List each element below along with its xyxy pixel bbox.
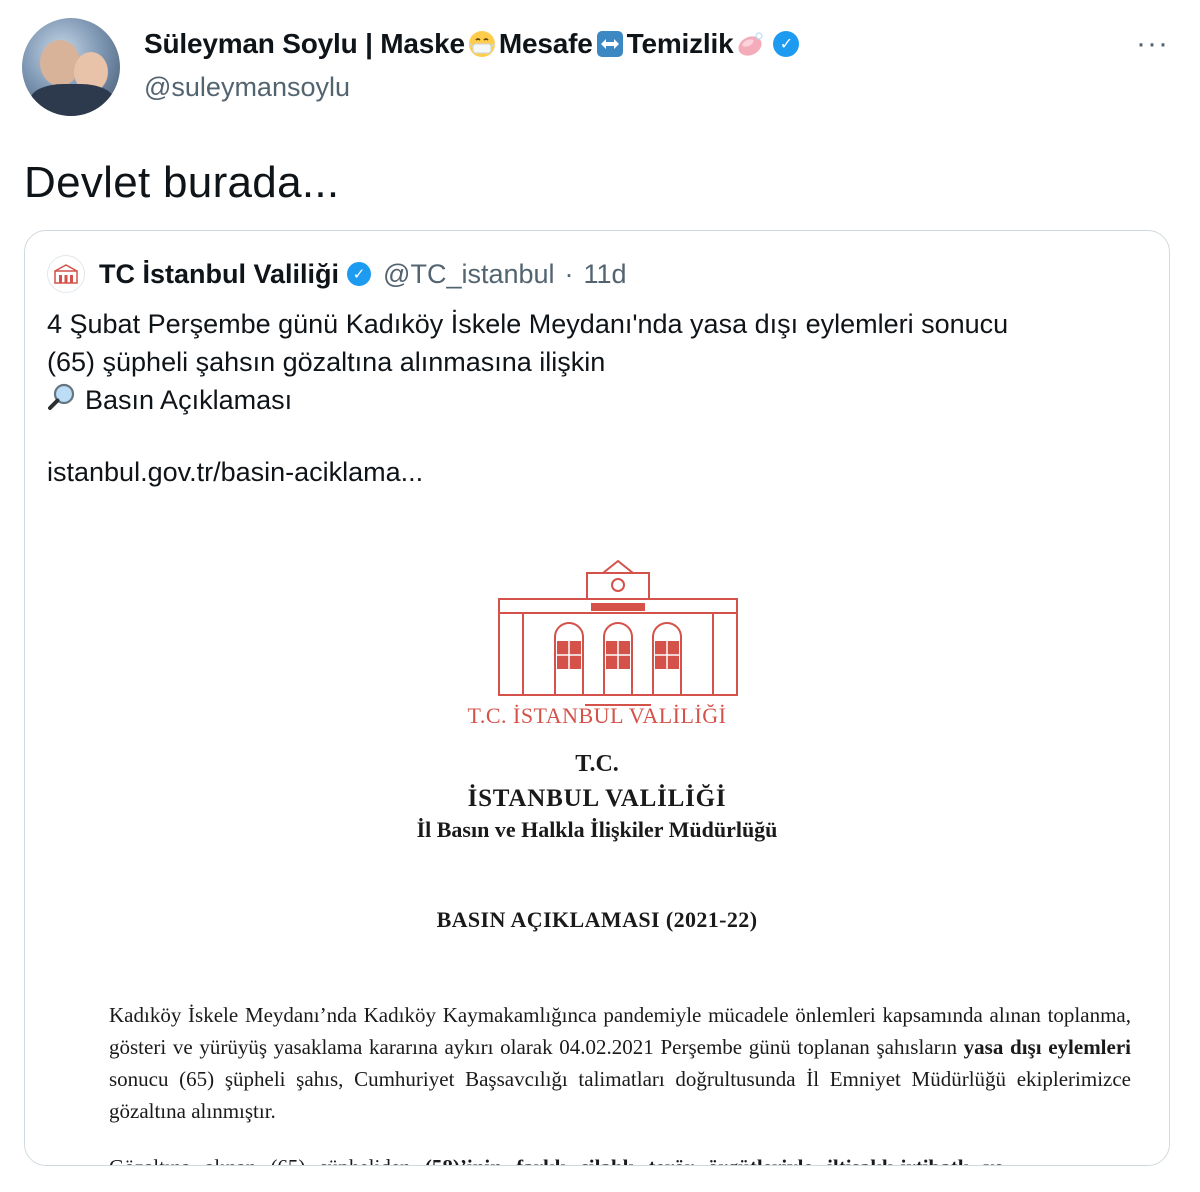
paragraph-1-bold: yasa dışı eylemleri bbox=[963, 1035, 1131, 1059]
attached-document-image[interactable]: T.C. İSTANBUL VALİLİĞİ T.C. İSTANBUL VAL… bbox=[25, 511, 1169, 1165]
quoted-text-line-1: 4 Şubat Perşembe günü Kadıköy İskele Mey… bbox=[47, 309, 1009, 339]
magnifying-glass-icon bbox=[47, 382, 77, 422]
paragraph-2-bold: (58)’inin farklı silahlı terör örgütleri… bbox=[425, 1155, 1004, 1165]
avatar-person-1 bbox=[40, 40, 80, 86]
author-avatar[interactable] bbox=[22, 18, 120, 116]
quoted-avatar[interactable] bbox=[47, 255, 85, 293]
author-name-part1: Süleyman Soylu | Maske bbox=[144, 28, 465, 59]
quoted-link[interactable]: istanbul.gov.tr/basin-aciklama... bbox=[47, 457, 423, 488]
document-header-governorship: İSTANBUL VALİLİĞİ bbox=[467, 785, 727, 812]
mask-emoji-icon bbox=[467, 29, 497, 59]
quoted-tweet[interactable]: TC İstanbul Valiliği ✓ @TC_istanbul · 11… bbox=[24, 230, 1170, 1166]
quoted-text-line-3: Basın Açıklaması bbox=[47, 381, 1137, 422]
valilik-building-icon bbox=[54, 264, 78, 284]
quoted-timestamp[interactable]: 11d bbox=[584, 259, 627, 290]
author-name-part2: Mesafe bbox=[498, 28, 593, 59]
tweet-text: Devlet burada... bbox=[24, 158, 340, 207]
author-name-row[interactable]: Süleyman Soylu | Maske Mesafe Temizlik ✓ bbox=[144, 28, 800, 60]
paragraph-1-text-b: sonucu (65) şüpheli şahıs, Cumhuriyet Ba… bbox=[109, 1067, 1131, 1123]
document-header-tc: T.C. bbox=[575, 751, 619, 777]
quoted-author-name[interactable]: TC İstanbul Valiliği bbox=[99, 259, 339, 290]
document-header-department: İl Basın ve Halkla İlişkiler Müdürlüğü bbox=[416, 817, 778, 842]
press-release-label: Basın Açıklaması bbox=[85, 385, 293, 415]
quoted-verified-badge-icon: ✓ bbox=[347, 262, 372, 286]
logo-caption: T.C. İSTANBUL VALİLİĞİ bbox=[467, 703, 727, 728]
document-title: BASIN AÇIKLAMASI (2021-22) bbox=[436, 907, 758, 932]
document-paragraph-2: Gözaltına alınan (65) şüpheliden (58)’in… bbox=[109, 1151, 1139, 1165]
quoted-tweet-header: TC İstanbul Valiliği ✓ @TC_istanbul · 11… bbox=[47, 255, 627, 293]
author-name-part3: Temizlik bbox=[626, 28, 734, 59]
verified-badge-icon: ✓ bbox=[773, 31, 800, 57]
quoted-text-line-2: (65) şüpheli şahsın gözaltına alınmasına… bbox=[47, 347, 606, 377]
avatar-shirt bbox=[30, 84, 114, 116]
paragraph-2-text: Gözaltına alınan (65) şüpheliden bbox=[109, 1155, 425, 1165]
quoted-author-handle[interactable]: @TC_istanbul bbox=[383, 259, 554, 290]
author-handle[interactable]: @suleymansoylu bbox=[144, 72, 350, 103]
left-right-arrow-icon bbox=[595, 29, 625, 59]
separator-dot: · bbox=[564, 258, 574, 289]
quoted-tweet-text: 4 Şubat Perşembe günü Kadıköy İskele Mey… bbox=[47, 305, 1137, 422]
istanbul-valiligi-logo bbox=[498, 559, 738, 706]
more-options-icon[interactable]: ··· bbox=[1136, 29, 1169, 59]
document-paragraph-1: Kadıköy İskele Meydanı’nda Kadıköy Kayma… bbox=[109, 999, 1131, 1127]
soap-icon bbox=[735, 29, 765, 59]
